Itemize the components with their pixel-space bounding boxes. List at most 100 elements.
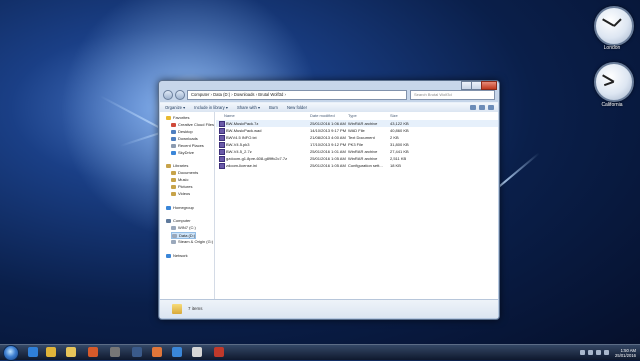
file-name: BWV4.5 INFO.txt	[226, 135, 257, 140]
include-in-library-button[interactable]: Include in library ▾	[194, 105, 228, 110]
new-folder-button[interactable]: New folder	[287, 105, 307, 110]
preview-pane-icon[interactable]	[479, 105, 485, 110]
media-icon[interactable]	[88, 347, 98, 357]
search-input[interactable]: Search Brutal Wolf3d	[410, 90, 495, 100]
file-type: Text Document	[348, 135, 375, 140]
nav-item-label: Network	[173, 253, 188, 258]
nav-item-icon	[172, 233, 177, 238]
forward-button[interactable]	[175, 90, 185, 100]
file-type: WinRAR archive	[348, 156, 378, 161]
file-name: BW-MusicPack.7z	[226, 121, 259, 126]
file-date: 25/01/2016 1:06 AM	[310, 121, 346, 126]
clock[interactable]: 1:50 AM 25/01/2016	[615, 348, 636, 358]
file-type: Configuration sett...	[348, 163, 383, 168]
file-name: gzdoom-g1.8pre-608-g89ffc2c7.7z	[226, 156, 288, 161]
nav-item-desktop[interactable]: Desktop	[171, 129, 193, 134]
nav-item-computer[interactable]: Computer	[166, 218, 191, 223]
organize-button[interactable]: Organize ▾	[165, 105, 185, 110]
clock-hour-hand	[613, 18, 622, 27]
nav-item-label: Documents	[178, 170, 199, 175]
nav-item-icon	[171, 170, 176, 175]
file-row[interactable]: gzdoom-g1.8pre-608-g89ffc2c7.7z 25/01/201…	[216, 155, 498, 162]
nav-item-icon	[166, 218, 171, 223]
nav-item-icon	[166, 253, 171, 258]
file-size: 27,441 KB	[390, 149, 409, 154]
file-date: 25/01/2016 1:05 AM	[310, 163, 346, 168]
nav-item-label: Libraries	[173, 163, 189, 168]
app-icon[interactable]	[110, 347, 120, 357]
nav-item-label: Computer	[173, 218, 191, 223]
clock-gadget-california[interactable]	[594, 62, 634, 102]
app2-icon[interactable]	[172, 347, 182, 357]
file-size: 31,800 KB	[390, 142, 409, 147]
nav-item-icon	[171, 122, 176, 127]
volume-icon[interactable]	[596, 350, 602, 355]
clock-minute-hand	[602, 18, 615, 27]
share-with-button[interactable]: Share with ▾	[237, 105, 260, 110]
views-icon[interactable]	[470, 105, 476, 110]
clock-label: London	[603, 45, 621, 51]
start-button[interactable]	[3, 345, 19, 361]
system-tray: 1:50 AM 25/01/2016	[577, 345, 636, 360]
nav-item-libraries[interactable]: Libraries	[166, 163, 188, 168]
file-row[interactable]: BW-MusicPack.wad 14/10/2013 9:17 PM WAD Fi…	[216, 127, 498, 134]
clock-minute-hand	[602, 74, 615, 83]
nav-item-label: Creative Cloud Files	[178, 122, 215, 127]
file-row[interactable]: BWV4.5 INFO.txt 21/08/2013 4:00 AM Text Do…	[216, 134, 498, 141]
firefox-icon[interactable]	[152, 347, 162, 357]
steam-icon[interactable]	[132, 347, 142, 357]
burn-button[interactable]: Burn	[269, 105, 278, 110]
explorer-icon[interactable]	[66, 347, 76, 357]
nav-item-recent-places[interactable]: Recent Places	[171, 143, 204, 148]
file-row[interactable]: BW-V4.5_2.7z 25/01/2016 1:01 AM WinRAR arc…	[216, 148, 498, 155]
clock-gadget-london[interactable]	[594, 6, 634, 46]
nav-item-pictures[interactable]: Pictures	[171, 184, 192, 189]
back-button[interactable]	[163, 90, 173, 100]
nav-item-creative-cloud-files[interactable]: Creative Cloud Files	[171, 122, 214, 127]
nav-item-steam-origin-g[interactable]: Steam & Origin (G:)	[171, 239, 213, 244]
nav-item-icon	[166, 115, 171, 120]
chrome-icon[interactable]	[46, 347, 56, 357]
nav-item-favorites[interactable]: Favorites	[166, 115, 189, 120]
nav-item-icon	[171, 225, 176, 230]
app4-icon[interactable]	[214, 347, 224, 357]
column-headers: Name Date modified Type Size	[216, 112, 498, 119]
file-type: WinRAR archive	[348, 121, 378, 126]
nav-item-videos[interactable]: Videos	[171, 191, 190, 196]
close-button[interactable]	[481, 81, 497, 90]
help-icon[interactable]	[488, 105, 494, 110]
nav-item-downloads[interactable]: Downloads	[171, 136, 198, 141]
nav-item-documents[interactable]: Documents	[171, 170, 198, 175]
column-type[interactable]: Type	[348, 113, 357, 118]
tray-icon[interactable]	[588, 350, 594, 355]
explorer-body: Favorites Creative Cloud Files Desktop Down…	[160, 112, 498, 307]
address-bar[interactable]: Computer › Data (D:) › Downloads › Bruta…	[187, 90, 407, 100]
window-controls	[461, 81, 497, 90]
clock-label: California	[601, 102, 623, 108]
nav-item-music[interactable]: Music	[171, 177, 188, 182]
nav-item-win7-c[interactable]: WIN7 (C:)	[171, 225, 196, 230]
file-row[interactable]: BW-V4.5.pk3 17/10/2013 9:12 PM PK3 File 31,…	[216, 141, 498, 148]
file-size: 2,511 KB	[390, 156, 407, 161]
column-name[interactable]: Name	[224, 113, 235, 118]
nav-item-label: WIN7 (C:)	[178, 225, 196, 230]
nav-item-skydrive[interactable]: SkyDrive	[171, 150, 194, 155]
nav-item-data-d[interactable]: Data (D:)	[171, 232, 197, 239]
file-row[interactable]: BW-MusicPack.7z 25/01/2016 1:06 AM WinRAR …	[216, 120, 498, 127]
nav-item-icon	[166, 163, 171, 168]
nav-item-icon	[171, 136, 176, 141]
explorer-window[interactable]: Computer › Data (D:) › Downloads › Bruta…	[158, 80, 500, 320]
nav-item-icon	[171, 129, 176, 134]
file-name: BW-V4.5.pk3	[226, 142, 250, 147]
column-size[interactable]: Size	[390, 113, 398, 118]
column-date[interactable]: Date modified	[310, 113, 335, 118]
ie-icon[interactable]	[28, 347, 38, 357]
app3-icon[interactable]	[192, 347, 202, 357]
file-row[interactable]: zdoom-license.ini 25/01/2016 1:05 AM Confi…	[216, 162, 498, 169]
nav-item-label: Videos	[178, 191, 191, 196]
nav-item-homegroup[interactable]: Homegroup	[166, 205, 194, 210]
tray-icon[interactable]	[580, 350, 586, 355]
nav-item-network[interactable]: Network	[166, 253, 188, 258]
network-icon[interactable]	[604, 350, 610, 355]
nav-item-icon	[171, 239, 176, 244]
